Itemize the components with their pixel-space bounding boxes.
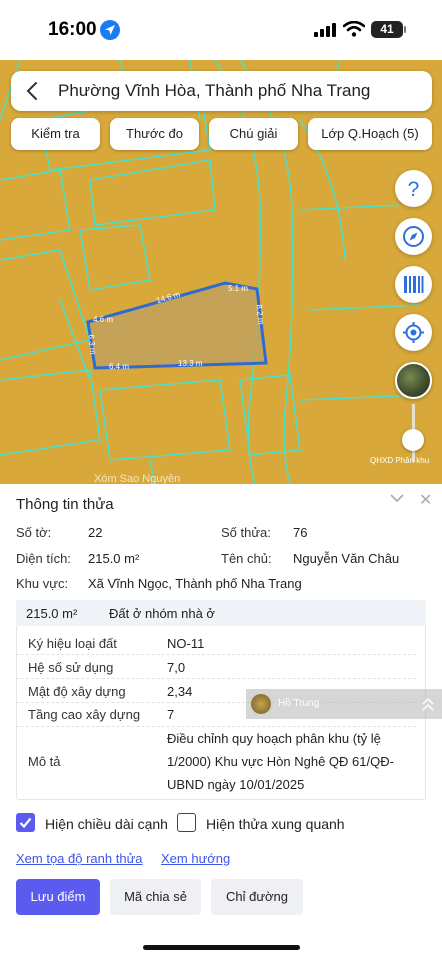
back-chevron-icon[interactable] [25, 81, 39, 101]
barcode-icon [404, 276, 424, 293]
help-icon: ? [408, 178, 420, 200]
layer-label: QHXD Phân khu [370, 456, 430, 465]
area-label: Diện tích: [16, 551, 71, 566]
edge-label-bottom: 13.3 m [178, 359, 203, 368]
edge-label-top-right: 5.1 m [228, 284, 249, 293]
show-edge-length-label: Hiện chiều dài cạnh [45, 816, 168, 832]
sheet-number-label: Số tờ: [16, 525, 52, 540]
help-button[interactable]: ? [395, 170, 432, 207]
view-direction-link[interactable]: Xem hướng [161, 851, 230, 866]
ruler-button[interactable]: Thước đo [110, 118, 199, 150]
land-use-type: Đất ở nhóm nhà ở [109, 606, 215, 621]
region-label: Khu vực: [16, 576, 69, 591]
owner-label: Tên chủ: [221, 551, 272, 566]
height-value: 7 [167, 707, 175, 722]
compass-icon [403, 226, 424, 247]
wifi-icon [343, 21, 365, 37]
description-line: Điều chỉnh quy hoạch phân khu (tỷ lệ [167, 731, 381, 746]
description-line: UBND ngày 10/01/2025 [167, 777, 305, 792]
area-value: 215.0 m² [88, 551, 140, 566]
height-label: Tầng cao xây dựng [28, 707, 141, 722]
sheet-number-value: 22 [88, 525, 103, 540]
edge-label-right: 8.2 m [254, 304, 266, 325]
density-label: Mật độ xây dựng [28, 684, 126, 699]
crosshair-icon [403, 322, 424, 343]
density-value: 2,34 [167, 684, 193, 699]
opacity-slider-handle[interactable] [402, 429, 424, 451]
description-label: Mô tả [28, 754, 61, 769]
avatar [251, 694, 271, 714]
edge-label-left: 6.3 m [86, 334, 98, 355]
save-point-button[interactable]: Lưu điểm [16, 879, 100, 915]
double-chevron-up-icon[interactable] [421, 696, 435, 712]
row-divider [16, 678, 416, 679]
panel-title: Thông tin thửa [16, 496, 114, 513]
location-arrow-icon [100, 20, 120, 40]
land-use-area: 215.0 m² [26, 606, 78, 621]
cellular-signal-icon [314, 23, 336, 37]
directions-button[interactable]: Chỉ đường [211, 879, 303, 915]
status-time: 16:00 [48, 19, 97, 40]
share-code-button[interactable]: Mã chia sẻ [110, 879, 201, 915]
land-code-value: NO-11 [167, 636, 205, 651]
edge-label-left-top: 4.6 m [93, 315, 114, 324]
location-search-bar[interactable]: Phường Vĩnh Hòa, Thành phố Nha Trang [11, 71, 432, 111]
parcel-number-label: Số thửa: [221, 525, 271, 540]
collapse-chevron-icon[interactable] [389, 492, 405, 504]
description-line: 1/2000) Khu vực Hòn Nghê QĐ 61/QĐ- [167, 754, 394, 769]
land-code-label: Ký hiệu loại đất [28, 636, 117, 651]
svg-text:?: ? [408, 178, 420, 200]
row-divider [16, 654, 416, 655]
usage-ratio-value: 7,0 [167, 660, 186, 675]
battery-level: 41 [371, 21, 403, 38]
view-coordinates-link[interactable]: Xem tọa độ ranh thửa [16, 851, 143, 866]
battery-icon [404, 26, 406, 33]
user-overlay[interactable]: Hồ Trung [246, 689, 442, 719]
show-surrounding-checkbox[interactable] [177, 813, 196, 832]
locate-me-button[interactable] [395, 314, 432, 351]
check-button[interactable]: Kiểm tra [11, 118, 100, 150]
owner-value: Nguyễn Văn Châu [293, 551, 400, 566]
checkmark-icon [19, 817, 32, 829]
show-surrounding-label: Hiện thửa xung quanh [206, 816, 345, 832]
edge-label-bottom-left: 6.4 m [109, 362, 130, 371]
location-title: Phường Vĩnh Hòa, Thành phố Nha Trang [58, 81, 371, 100]
compass-button[interactable] [395, 218, 432, 255]
usage-ratio-label: Hệ số sử dụng [28, 660, 114, 675]
region-value: Xã Vĩnh Ngọc, Thành phố Nha Trang [88, 576, 302, 591]
parcel-number-value: 76 [293, 525, 308, 540]
barcode-button[interactable] [395, 266, 432, 303]
show-edge-length-checkbox[interactable] [16, 813, 35, 832]
legend-button[interactable]: Chú giải [209, 118, 298, 150]
satellite-layer-button[interactable] [395, 362, 432, 399]
status-bar: 16:00 41 [0, 0, 442, 60]
land-use-header [16, 600, 426, 626]
planning-layer-button[interactable]: Lớp Q.Hoạch (5) [308, 118, 432, 150]
home-indicator [143, 945, 300, 950]
close-icon[interactable]: ✕ [419, 490, 432, 510]
row-divider [16, 726, 416, 727]
overlay-name: Hồ Trung [278, 698, 320, 709]
